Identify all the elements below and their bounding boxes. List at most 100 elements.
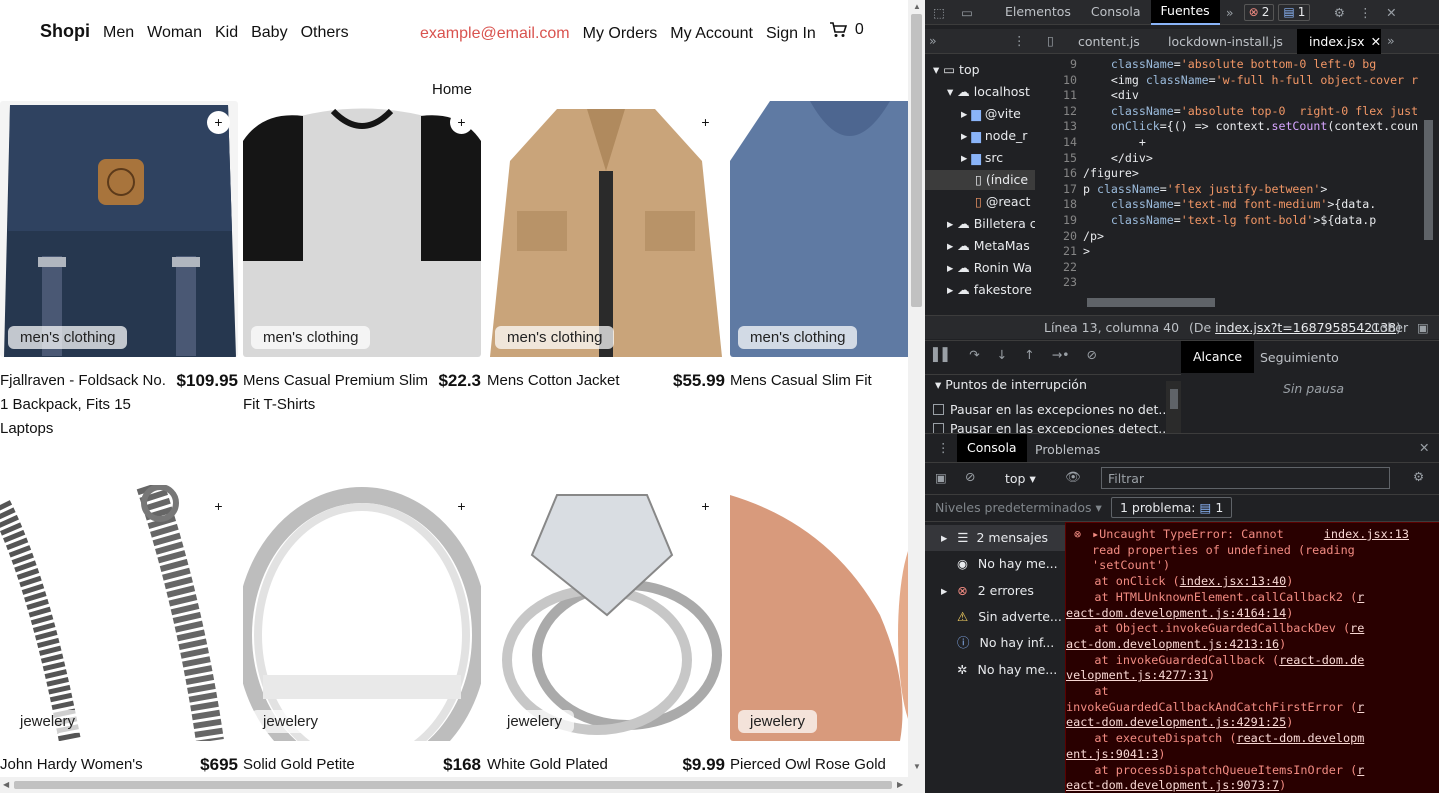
stack-frame-link[interactable]: eact-dom.development.js:4291:25 [1066,715,1286,729]
add-to-cart-button[interactable]: + [694,495,717,518]
tab-consola[interactable]: Consola [1081,0,1151,24]
cart-button[interactable]: 0 [829,21,864,39]
nav-link-kid[interactable]: Kid [215,24,238,42]
file-tab-content-js[interactable]: content.js [1078,34,1140,49]
toggle-sidebar-icon[interactable]: ▯ [1047,33,1054,48]
more-files-icon[interactable]: » [1387,33,1395,48]
product-card[interactable]: + men's clothing Mens Casual Premium Sli… [243,101,481,417]
product-card[interactable]: + men's clothing Fjallraven - Foldsack N… [0,101,238,441]
show-navigator-icon[interactable]: » [929,33,937,48]
product-image-ring[interactable]: + jewelery [243,485,481,741]
device-toolbar-icon[interactable]: ▭ [953,5,981,20]
log-levels-dropdown[interactable]: Niveles predeterminados ▾ [935,500,1102,515]
error-count-badge[interactable]: ⊗ 2 [1243,3,1275,21]
stack-frame-link[interactable]: react-dom.de [1279,653,1364,667]
sidebar-user-messages[interactable]: ◉ No hay me... [925,551,1065,577]
navigator-menu-icon[interactable]: ⋮ [1013,33,1026,48]
error-source-link[interactable]: index.jsx:13 [1324,527,1409,543]
stack-frame-link[interactable]: r [1357,590,1364,604]
code-vscrollbar[interactable] [1424,60,1433,290]
sidebar-warnings[interactable]: ⚠ Sin advertе... [925,604,1065,630]
tree-node-src[interactable]: ▸ ▆ src [961,148,1003,168]
line-number[interactable]: 13 [1035,118,1077,134]
drawer-tab-problemas[interactable]: Problemas [1035,442,1100,457]
tree-node-ronin[interactable]: ▸ ☁ Ronin Wa [947,258,1032,278]
problems-badge[interactable]: 1 problema: ▤ 1 [1111,497,1233,518]
kebab-menu-icon[interactable]: ⋮ [1354,5,1376,20]
message-count-badge[interactable]: ▤ 1 [1278,3,1311,21]
step-icon[interactable]: →• [1052,347,1070,362]
tree-node-vite[interactable]: ▸ ▆ @vite [961,104,1021,124]
line-number[interactable]: 14 [1035,134,1077,150]
add-to-cart-button[interactable]: + [450,495,473,518]
tree-node-localhost[interactable]: ▾ ☁ localhost [947,82,1030,102]
sidebar-verbose[interactable]: ✲ No hay me... [925,657,1065,683]
deactivate-breakpoints-icon[interactable]: ⊘ [1087,347,1097,362]
file-tab-index-jsx[interactable]: index.jsx ✕ [1297,29,1381,54]
line-number[interactable]: 19 [1035,212,1077,228]
line-number[interactable]: 22 [1035,259,1077,275]
pause-icon[interactable]: ▌▌ [933,347,952,362]
nav-link-baby[interactable]: Baby [251,24,287,42]
tree-node-metamask[interactable]: ▸ ☁ MetaMas [947,236,1030,256]
console-settings-icon[interactable]: ⚙ [1413,469,1424,484]
product-image-diamond-ring[interactable]: + jewelery [487,485,725,741]
tree-node-billetera[interactable]: ▸ ☁ Billetera c [947,214,1035,234]
line-number[interactable]: 16 [1035,165,1077,181]
step-into-icon[interactable]: ↓ [997,347,1007,362]
product-card[interactable]: + jewelery John Hardy Women's $695 [0,485,238,777]
stack-frame-link[interactable]: r [1357,700,1364,714]
nav-my-account[interactable]: My Account [670,25,753,43]
sidebar-errors[interactable]: ▸ ⊗ 2 errores [925,578,1065,604]
stack-frame-link[interactable]: act-dom.development.js:4213:16 [1066,637,1279,651]
code-editor[interactable]: 9 className='absolute bottom-0 left-0 bg… [1035,54,1439,294]
nav-link-others[interactable]: Others [301,24,349,42]
sidebar-toggle-icon[interactable]: ▣ [935,470,947,485]
product-image-slim-fit[interactable]: men's clothing [730,101,908,357]
inspect-element-icon[interactable]: ⬚ [925,5,953,20]
file-tab-lockdown[interactable]: lockdown-install.js [1168,34,1283,49]
line-number[interactable]: 12 [1035,103,1077,119]
stack-frame-link[interactable]: re [1350,621,1364,635]
step-over-icon[interactable]: ↷ [969,347,979,362]
brand-logo[interactable]: Shopi [40,21,90,42]
add-to-cart-button[interactable]: + [450,111,473,134]
pause-uncaught-checkbox[interactable]: Pausar en las excepciones no det... [933,402,1170,417]
tree-node-node-modules[interactable]: ▸ ▆ node_r [961,126,1027,146]
page-horizontal-scrollbar[interactable]: ◀ ▶ [0,777,925,793]
product-card[interactable]: + jewelery Solid Gold Petite $168 [243,485,481,777]
breakpoints-scrollbar[interactable] [1166,381,1181,433]
tab-elementos[interactable]: Elementos [995,0,1081,24]
tab-seguimiento[interactable]: Seguimiento [1260,350,1339,365]
product-card[interactable]: men's clothing Mens Casual Slim Fit [730,101,908,393]
source-map-link[interactable]: index.jsx?t=1687958542138 [1215,320,1396,335]
format-icon[interactable]: ▣ [1417,316,1429,339]
tab-alcance[interactable]: Alcance [1181,341,1255,373]
line-number[interactable]: 18 [1035,196,1077,212]
line-number[interactable]: 21 [1035,243,1077,259]
product-image-bracelet[interactable]: + jewelery [0,485,238,741]
stack-frame-link[interactable]: eact-dom.development.js:4164:14 [1066,606,1286,620]
step-out-icon[interactable]: ↑ [1024,347,1034,362]
product-card[interactable]: + jewelery White Gold Plated $9.99 [487,485,725,777]
line-number[interactable]: 10 [1035,72,1077,88]
more-tabs-icon[interactable]: » [1220,5,1240,20]
nav-link-men[interactable]: Men [103,24,134,42]
nav-sign-in[interactable]: Sign In [766,25,816,43]
tab-fuentes[interactable]: Fuentes [1150,0,1220,25]
stack-frame-link[interactable]: ent.js:9041:3 [1066,747,1158,761]
tree-node-react[interactable]: ▯ @react [975,192,1030,212]
drawer-tab-consola[interactable]: Consola [957,434,1027,462]
close-tab-icon[interactable]: ✕ [1371,34,1381,49]
product-image-backpack[interactable]: + men's clothing [0,101,238,357]
line-number[interactable]: 15 [1035,150,1077,166]
product-card[interactable]: jewelery Pierced Owl Rose Gold [730,485,908,777]
close-drawer-icon[interactable]: ✕ [1419,440,1429,455]
product-image-jacket[interactable]: + men's clothing [487,101,725,357]
breakpoints-header[interactable]: ▾ Puntos de interrupción [935,377,1087,392]
line-number[interactable]: 9 [1035,56,1077,72]
line-number[interactable]: 17 [1035,181,1077,197]
filter-input[interactable]: Filtrar [1101,467,1390,489]
clear-console-icon[interactable]: ⊘ [965,469,975,484]
line-number[interactable]: 20 [1035,228,1077,244]
